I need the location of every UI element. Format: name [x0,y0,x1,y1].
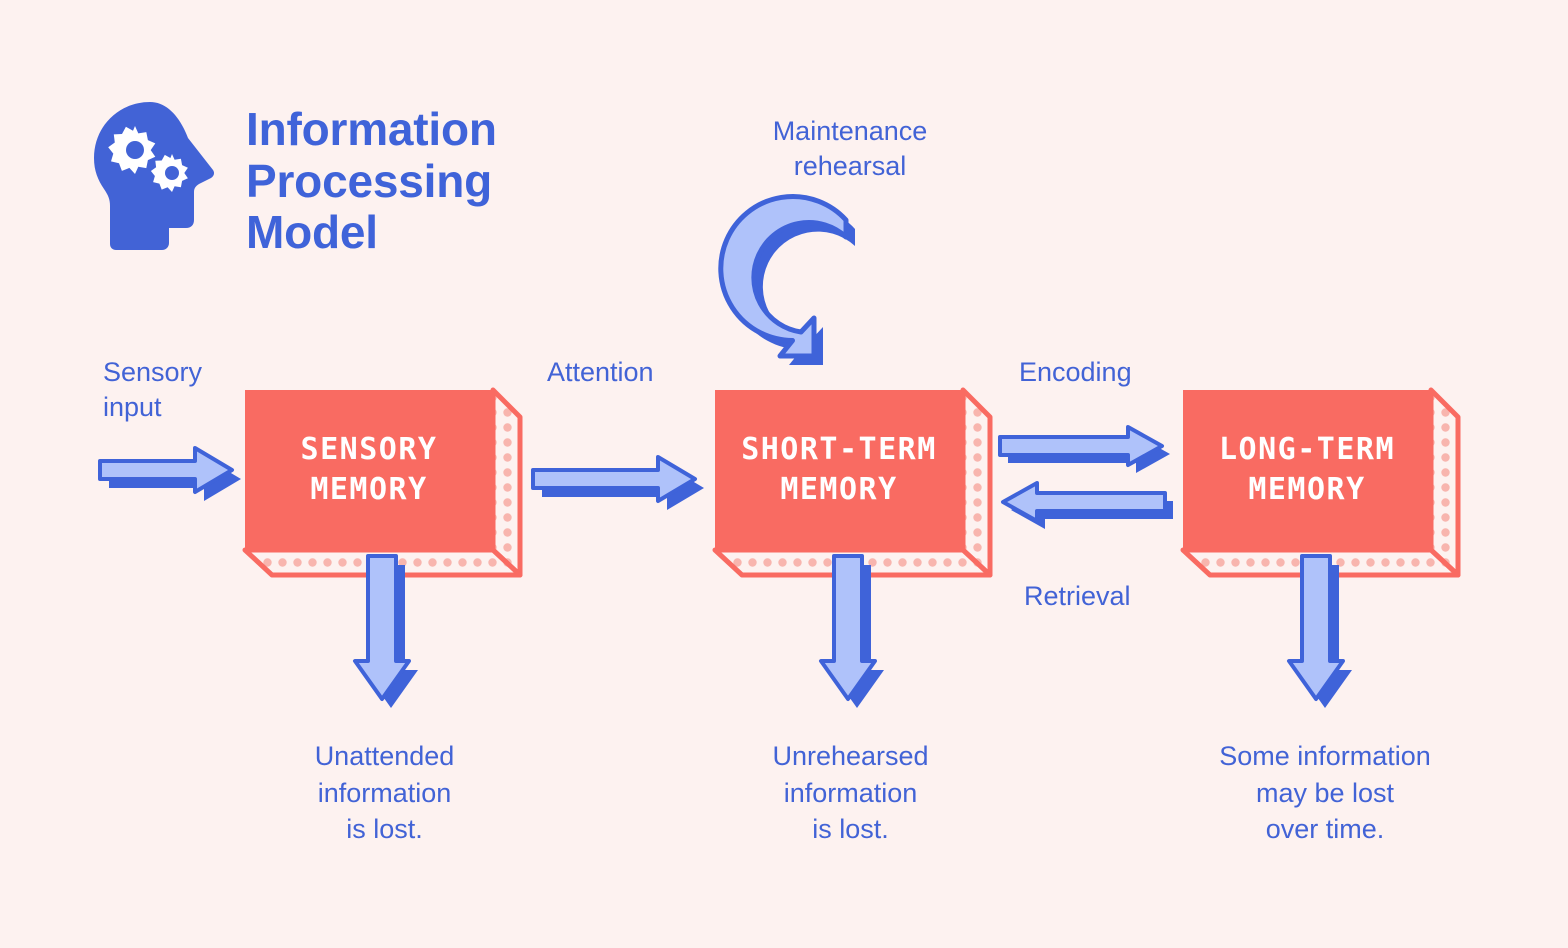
caption-unrehearsed: Unrehearsed information is lost. [772,741,929,845]
arrow-down-decay [1287,554,1362,716]
arrow-down-unattended [353,554,428,716]
label-encoding: Encoding [1019,357,1132,387]
caption-unattended: Unattended information is lost. [314,741,455,845]
page-title: Information Processing Model [246,103,497,259]
arrow-left-retrieval [1001,481,1181,535]
diagram-canvas: Information Processing Model Sensory inp… [0,0,1568,948]
box-short-term-memory: SHORT-TERM MEMORY [712,387,993,578]
caption-decay: Some information may be lost over time. [1219,741,1431,845]
arrow-right-attention [531,455,713,515]
arrow-right-encoding [998,425,1178,479]
box-long-term-memory: LONG-TERM MEMORY [1180,387,1461,578]
label-attention: Attention [547,357,654,387]
box-sensory-memory: SENSORY MEMORY [242,387,523,578]
label-retrieval: Retrieval [1024,581,1131,611]
head-with-gears-icon [94,102,215,250]
brand-header: Information Processing Model [88,100,497,259]
label-sensory-input: Sensory input [103,357,203,422]
arrow-right-sensory-input [98,446,250,506]
label-maintenance-rehearsal: Maintenance rehearsal [772,116,928,181]
circular-arrow-icon [718,194,943,389]
arrow-down-unrehearsed [819,554,894,716]
